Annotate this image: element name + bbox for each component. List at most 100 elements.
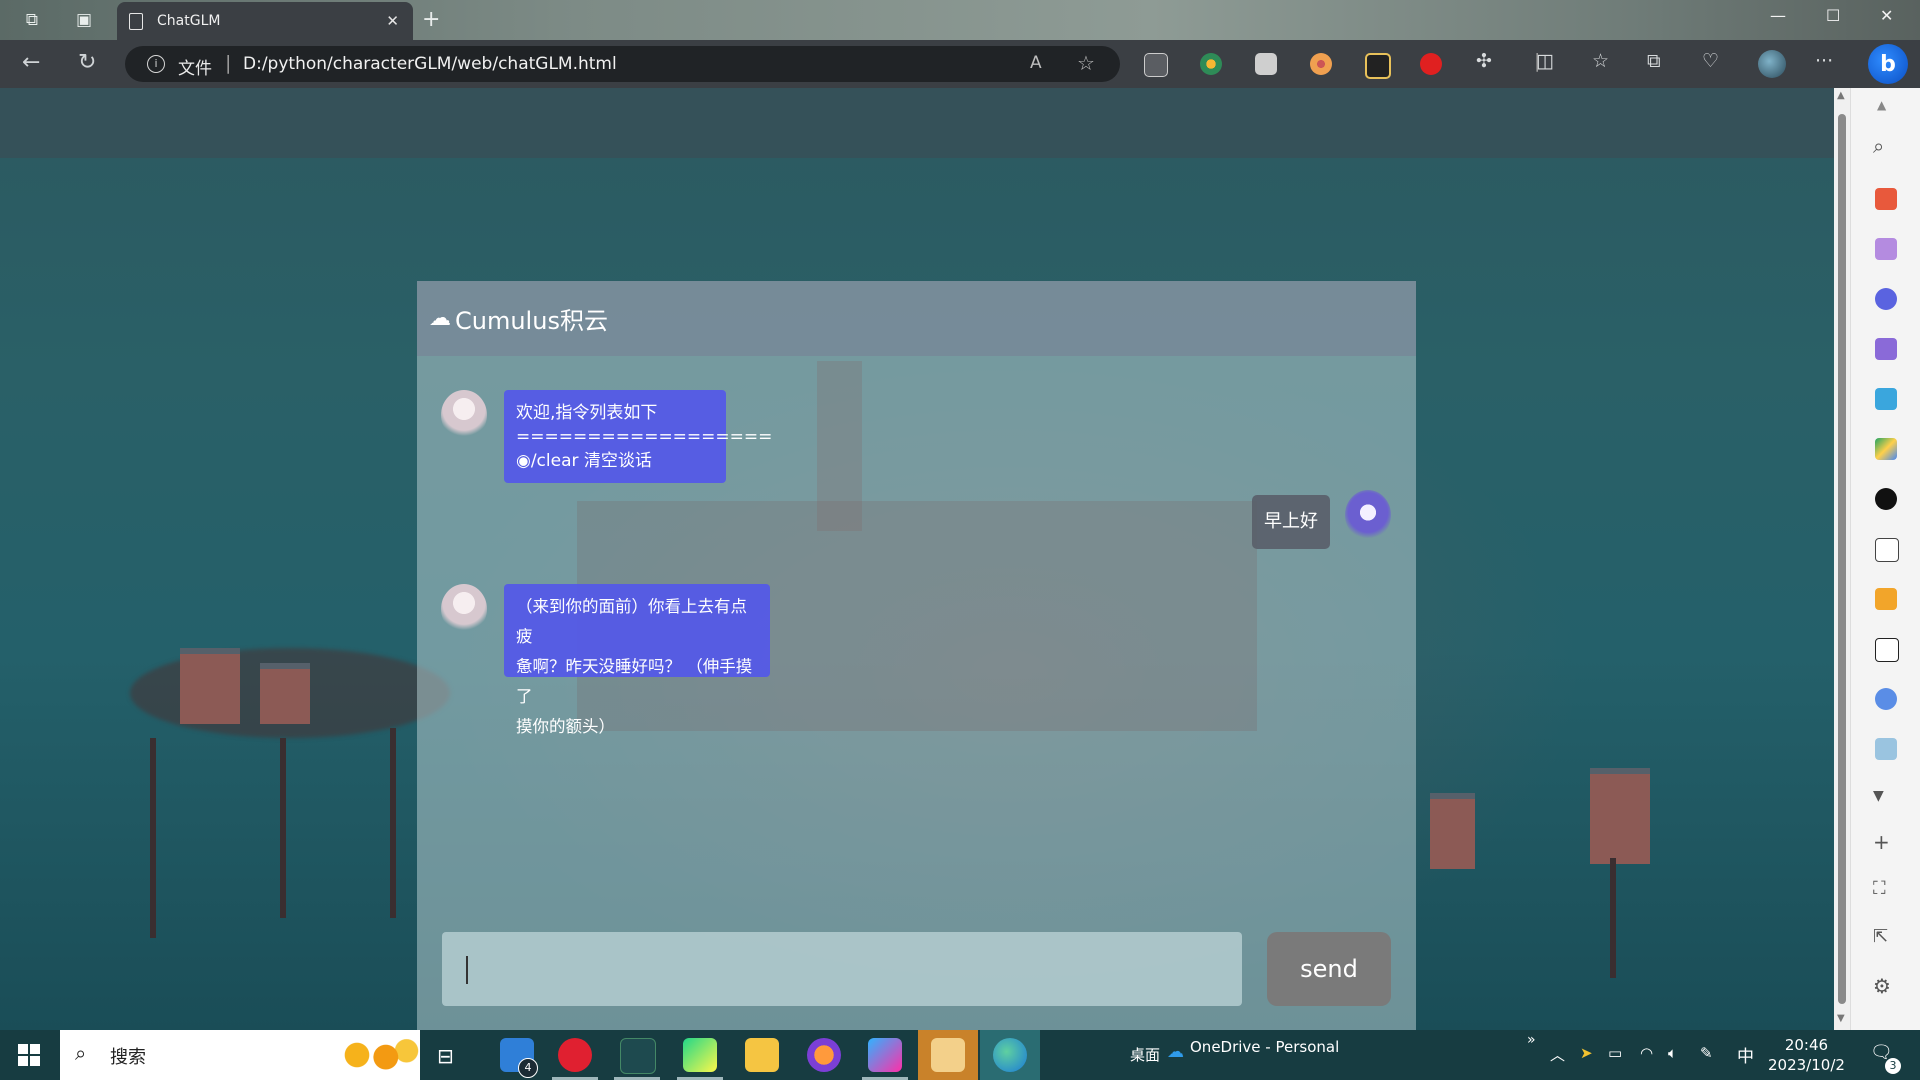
collections-icon[interactable]: ⧉ (1647, 50, 1661, 72)
browser-essentials-icon[interactable]: ♡ (1702, 50, 1719, 72)
message-input[interactable] (442, 932, 1242, 1006)
user-message-bubble: 早上好 (1252, 495, 1330, 549)
onedrive-cloud-icon: ☁ (1167, 1042, 1184, 1062)
search-icon[interactable]: ⌕ (1873, 134, 1884, 158)
pier-post-scenery (1610, 858, 1616, 978)
house-right-scenery (1430, 793, 1475, 869)
windows-taskbar: ⌕ 搜索 ⊟ 4 桌面 ☁ OneDrive - Personal » ︿ ➤ … (0, 1030, 1920, 1080)
close-tab-icon[interactable]: ✕ (386, 12, 399, 30)
edge-icon[interactable] (993, 1038, 1027, 1072)
extension-icon-5[interactable] (1365, 53, 1391, 79)
taskbar-clock[interactable]: 20:46 2023/10/2 (1768, 1035, 1845, 1075)
refresh-icon[interactable]: ↻ (78, 50, 96, 75)
settings-gear-icon[interactable]: ⚙ (1873, 974, 1891, 998)
sidebar-app-icon-12[interactable] (1875, 688, 1897, 710)
more-menu-icon[interactable]: ··· (1815, 50, 1833, 72)
toolbox-icon[interactable] (1875, 188, 1897, 210)
send-plane-icon[interactable] (1875, 388, 1897, 410)
v-app-icon[interactable] (1875, 538, 1899, 562)
search-placeholder: 搜索 (110, 1047, 146, 1068)
search-icon: ⌕ (75, 1041, 87, 1065)
extension-icon-2[interactable] (1200, 53, 1222, 75)
contacts-icon[interactable] (931, 1038, 965, 1072)
address-bar[interactable]: i 文件 | D:/python/characterGLM/web/chatGL… (125, 46, 1120, 82)
message-line: ================== (516, 427, 773, 447)
scrollbar-thumb[interactable] (1838, 114, 1846, 1004)
message-line: （来到你的面前）你看上去有点疲 (516, 597, 747, 646)
message-line: 摸你的额头） (516, 717, 615, 736)
sidebar-app-icon-5[interactable] (1875, 338, 1897, 360)
house-left-scenery (260, 663, 310, 724)
battery-icon[interactable]: ▭ (1608, 1044, 1622, 1062)
screenshot-icon[interactable]: ⛶ (1873, 878, 1886, 899)
wikipedia-icon[interactable] (1875, 638, 1899, 662)
close-window-icon[interactable]: ✕ (1880, 6, 1893, 25)
show-hidden-icons[interactable]: ︿ (1550, 1044, 1565, 1065)
address-scheme: 文件 (178, 59, 212, 79)
extension-icon-1[interactable] (1144, 53, 1168, 77)
workspaces-icon[interactable]: ⧉ (20, 8, 44, 32)
scroll-down-icon[interactable]: ▼ (1837, 1013, 1845, 1024)
scroll-up-icon[interactable]: ▲ (1837, 90, 1845, 101)
address-url[interactable]: D:/python/characterGLM/web/chatGLM.html (243, 54, 617, 74)
task-view-icon[interactable]: ⊟ (437, 1044, 454, 1068)
tray-app-icon[interactable]: ➤ (1580, 1044, 1593, 1062)
profile-avatar[interactable] (1758, 50, 1786, 78)
message-line: 欢迎,指令列表如下 (516, 403, 658, 423)
page-scrollbar[interactable]: ▲ ▼ (1834, 88, 1850, 1030)
google-drive-icon[interactable] (1875, 438, 1897, 460)
toolbar-overflow-icon[interactable]: » (1527, 1032, 1536, 1048)
bot-avatar (441, 584, 487, 634)
desktop-label[interactable]: 桌面 (1130, 1044, 1160, 1065)
webstorm-icon[interactable] (868, 1038, 902, 1072)
split-screen-icon[interactable]: ◫ (1536, 50, 1554, 72)
wifi-icon[interactable]: ◠ (1640, 1044, 1653, 1062)
favorite-star-icon[interactable]: ☆ (1077, 51, 1095, 75)
pen-icon[interactable]: ✎ (1700, 1044, 1713, 1062)
input-method-indicator[interactable]: 中 (1737, 1042, 1754, 1067)
firefox-icon[interactable] (807, 1038, 841, 1072)
tab-strip: ⧉ ▣ ChatGLM ✕ + — ☐ ✕ (0, 0, 1920, 40)
sidebar-app-icon-3[interactable] (1875, 238, 1897, 260)
sidebar-app-icon-4[interactable] (1875, 288, 1897, 310)
sidebar-more-icon[interactable]: ▼ (1873, 788, 1884, 804)
open-external-icon[interactable]: ⇱ (1873, 926, 1888, 947)
sidebar-app-icon-13[interactable] (1875, 738, 1897, 760)
page-background: ☁ Cumulus积云 欢迎,指令列表如下 ==================… (0, 88, 1834, 1030)
todo-badge: 4 (518, 1058, 538, 1078)
copilot-icon[interactable]: b (1868, 44, 1908, 84)
bot-message-bubble: 欢迎,指令列表如下 ================== ◉/clear 清空谈… (504, 390, 773, 483)
clock-time: 20:46 (1784, 1036, 1829, 1054)
extension-cookie-icon[interactable] (1310, 53, 1332, 75)
tab-chatglm[interactable]: ChatGLM ✕ (117, 2, 413, 40)
extensions-icon[interactable]: ✣ (1476, 50, 1492, 72)
extension-stop-icon[interactable] (1420, 53, 1442, 75)
pycharm-icon[interactable] (683, 1038, 717, 1072)
taskbar-search-box[interactable]: ⌕ 搜索 (60, 1030, 420, 1080)
sidebar-app-icon-10[interactable] (1875, 588, 1897, 610)
page-favicon-icon (129, 12, 143, 30)
volume-icon[interactable]: 🔈︎ (1668, 1044, 1677, 1062)
taskbar-app-icon[interactable] (620, 1038, 656, 1074)
netease-music-icon[interactable] (558, 1038, 592, 1072)
sidebar-scroll-up-icon[interactable]: ▲ (1877, 98, 1886, 112)
back-icon[interactable]: ← (22, 50, 40, 75)
add-sidebar-app-icon[interactable]: + (1873, 830, 1890, 854)
new-tab-button[interactable]: + (422, 7, 440, 32)
tab-actions-icon[interactable]: ▣ (72, 8, 96, 32)
site-info-icon[interactable]: i (147, 55, 165, 73)
windows-start-icon[interactable] (18, 1044, 40, 1066)
house-left-scenery (180, 648, 240, 724)
page-top-band (0, 88, 1834, 158)
minimize-icon[interactable]: — (1770, 6, 1786, 25)
onedrive-label[interactable]: OneDrive - Personal (1190, 1038, 1339, 1056)
maximize-icon[interactable]: ☐ (1826, 6, 1840, 25)
extension-play-icon[interactable] (1255, 53, 1277, 75)
file-explorer-icon[interactable] (745, 1038, 779, 1072)
text-caret (466, 956, 468, 984)
read-aloud-icon[interactable]: A (1030, 53, 1042, 73)
send-button[interactable]: send (1267, 932, 1391, 1006)
wordpress-icon[interactable] (1875, 488, 1897, 510)
favorites-icon[interactable]: ☆ (1592, 50, 1609, 72)
bot-avatar (441, 390, 487, 440)
